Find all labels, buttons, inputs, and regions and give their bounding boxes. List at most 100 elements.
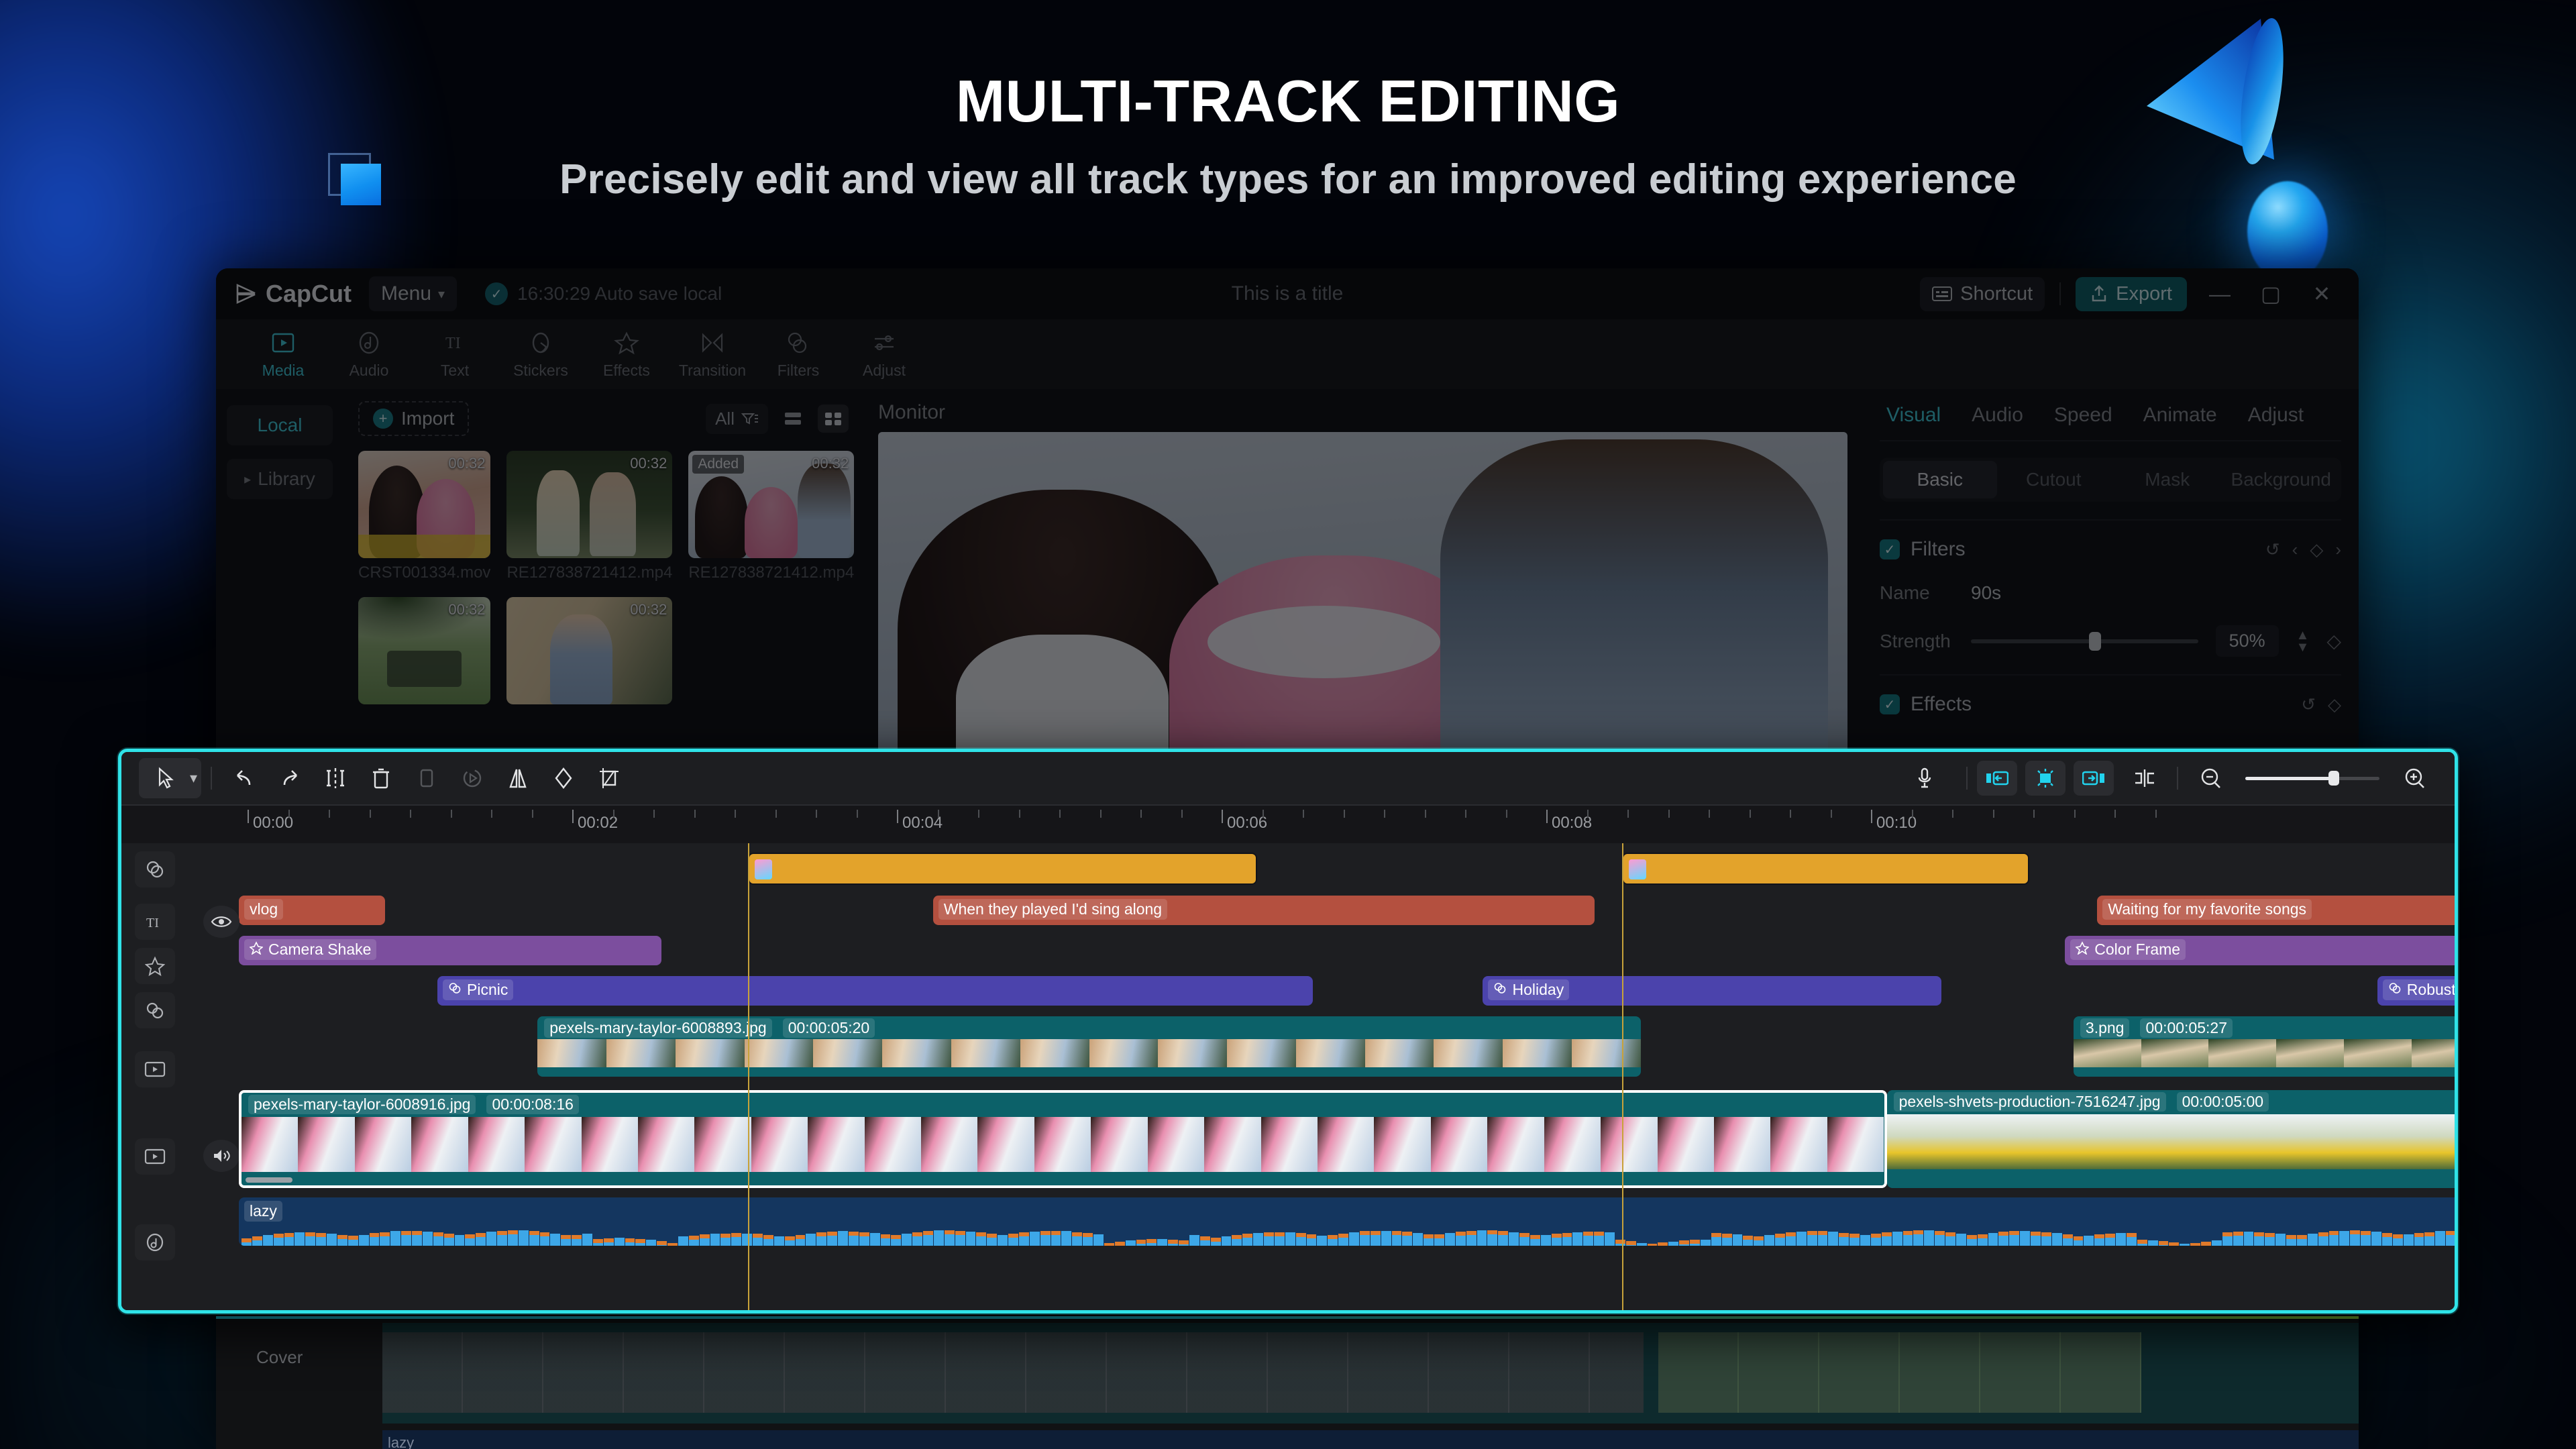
- sticker-clip[interactable]: Picnic: [437, 976, 1313, 1006]
- tab-speed[interactable]: Speed: [2054, 404, 2112, 427]
- reset-icon[interactable]: ↺: [2301, 694, 2316, 715]
- keyframe-icon[interactable]: ◇: [2310, 539, 2323, 560]
- slider-knob[interactable]: [2089, 631, 2102, 651]
- strength-value[interactable]: 50%: [2215, 625, 2279, 657]
- chevron-down-icon[interactable]: ▾: [190, 769, 197, 787]
- category-transition[interactable]: Transition: [669, 329, 755, 380]
- select-tool-group[interactable]: ▾: [139, 758, 202, 798]
- segment-mask[interactable]: Mask: [2110, 461, 2224, 498]
- stickers-track-icon[interactable]: [135, 992, 175, 1028]
- link-clips-tool[interactable]: [2122, 761, 2167, 796]
- strength-stepper[interactable]: ▲ ▼: [2296, 629, 2310, 654]
- rotate-tool[interactable]: [541, 761, 586, 796]
- audio-clip[interactable]: lazy: [239, 1197, 2455, 1246]
- record-voiceover-tool[interactable]: [1902, 761, 1947, 796]
- timeline-ruler[interactable]: 00:00 00:02 00:04 00:06 00:08 00:10: [121, 804, 2455, 843]
- text-clip[interactable]: Waiting for my favorite songs: [2097, 896, 2455, 925]
- sticker-clip[interactable]: Robust: [2377, 976, 2455, 1006]
- zoom-slider-knob[interactable]: [2328, 770, 2339, 786]
- snap-to-left-tool[interactable]: [1977, 761, 2017, 796]
- media-item[interactable]: 00:32: [358, 597, 491, 710]
- filter-clip[interactable]: [1621, 853, 2030, 885]
- clip-scrollbar[interactable]: [246, 1177, 292, 1183]
- effects-checkbox[interactable]: ✓: [1880, 694, 1900, 714]
- playhead-guide[interactable]: [1621, 843, 1623, 1310]
- waveform-bar: [241, 1238, 252, 1246]
- prev-keyframe-icon[interactable]: ‹: [2292, 539, 2298, 560]
- segment-basic[interactable]: Basic: [1883, 461, 1997, 498]
- media-item[interactable]: 00:32: [506, 597, 673, 710]
- crop-tool[interactable]: [586, 761, 632, 796]
- zoom-slider[interactable]: [2245, 770, 2379, 786]
- category-stickers[interactable]: Stickers: [498, 329, 584, 380]
- tab-visual[interactable]: Visual: [1886, 404, 1941, 427]
- menu-button[interactable]: Menu ▾: [369, 276, 458, 311]
- close-button[interactable]: ✕: [2304, 281, 2340, 307]
- effect-clip[interactable]: Camera Shake: [239, 936, 661, 965]
- category-audio[interactable]: Audio: [326, 329, 412, 380]
- sidebar-item-library[interactable]: ▸ Library: [227, 459, 333, 499]
- segment-cutout[interactable]: Cutout: [1997, 461, 2111, 498]
- filter-dropdown[interactable]: All: [706, 403, 768, 434]
- effect-clip[interactable]: Color Frame: [2065, 936, 2455, 965]
- keyframe-icon[interactable]: ◇: [2326, 630, 2341, 652]
- tab-audio[interactable]: Audio: [1972, 404, 2023, 427]
- tab-animate[interactable]: Animate: [2143, 404, 2217, 427]
- segment-background[interactable]: Background: [2224, 461, 2339, 498]
- category-media[interactable]: Media: [240, 329, 326, 380]
- main-video-clip[interactable]: pexels-shvets-production-7516247.jpg 00:0…: [1886, 1090, 2455, 1188]
- effects-track-icon[interactable]: [135, 948, 175, 984]
- text-track-icon[interactable]: TI: [135, 904, 175, 940]
- grid-view-button[interactable]: [818, 405, 849, 433]
- filter-clip[interactable]: [748, 853, 1257, 885]
- text-track-visibility-toggle[interactable]: [203, 906, 239, 938]
- overlay-video-clip[interactable]: 3.png 00:00:05:27: [2073, 1016, 2455, 1077]
- monitor-preview[interactable]: [878, 432, 1847, 794]
- text-clip[interactable]: When they played I'd sing along: [932, 896, 1595, 925]
- strength-slider[interactable]: [1971, 631, 2198, 651]
- export-button[interactable]: Export: [2076, 276, 2187, 311]
- delete-tool[interactable]: [358, 761, 404, 796]
- next-keyframe-icon[interactable]: ›: [2335, 539, 2341, 560]
- shortcut-button[interactable]: Shortcut: [1920, 276, 2045, 311]
- media-item[interactable]: 00:32 CRST001334.mov: [358, 451, 491, 582]
- auto-snap-tool[interactable]: [2025, 761, 2065, 796]
- sidebar-item-local[interactable]: Local: [227, 405, 333, 445]
- redo-tool[interactable]: [267, 761, 313, 796]
- video-track-icon[interactable]: [135, 1051, 175, 1087]
- tab-adjust[interactable]: Adjust: [2248, 404, 2304, 427]
- zoom-in-button[interactable]: [2392, 761, 2437, 796]
- snap-to-right-tool[interactable]: [2074, 761, 2114, 796]
- main-video-clip[interactable]: pexels-mary-taylor-6008916.jpg 00:00:08:1…: [239, 1090, 1887, 1188]
- category-effects[interactable]: Effects: [584, 329, 669, 380]
- main-track-volume-toggle[interactable]: [203, 1140, 239, 1172]
- ruler-label: 00:08: [1552, 814, 1593, 832]
- reset-icon[interactable]: ↺: [2265, 539, 2280, 560]
- category-adjust[interactable]: Adjust: [841, 329, 927, 380]
- main-video-track-icon[interactable]: [135, 1138, 175, 1175]
- category-text[interactable]: TI Text: [412, 329, 498, 380]
- freeze-tool[interactable]: [404, 761, 449, 796]
- clip-area[interactable]: vlog When they played I'd sing along Waiti…: [189, 843, 2455, 1310]
- keyframe-icon[interactable]: ◇: [2328, 694, 2341, 715]
- minimize-button[interactable]: —: [2202, 282, 2238, 307]
- maximize-button[interactable]: ▢: [2253, 281, 2289, 307]
- filters-track-icon[interactable]: [135, 851, 175, 888]
- zoom-out-button[interactable]: [2188, 761, 2233, 796]
- media-item[interactable]: Added 00:32 RE127838721412.mp4: [688, 451, 855, 582]
- category-filters[interactable]: Filters: [755, 329, 841, 380]
- media-item[interactable]: 00:32 RE127838721412.mp4: [506, 451, 673, 582]
- sticker-clip[interactable]: Holiday: [1483, 976, 1941, 1006]
- split-tool[interactable]: [313, 761, 358, 796]
- list-view-button[interactable]: [777, 405, 808, 433]
- playhead-guide[interactable]: [748, 843, 749, 1310]
- text-clip[interactable]: vlog: [239, 896, 385, 925]
- mirror-tool[interactable]: [495, 761, 541, 796]
- select-tool[interactable]: [143, 761, 189, 796]
- filters-checkbox[interactable]: ✓: [1880, 539, 1900, 559]
- undo-tool[interactable]: [221, 761, 267, 796]
- audio-track-icon[interactable]: [135, 1224, 175, 1260]
- reverse-tool[interactable]: [449, 761, 495, 796]
- overlay-video-clip[interactable]: pexels-mary-taylor-6008893.jpg 00:00:05:2…: [537, 1016, 1641, 1077]
- import-button[interactable]: + Import: [358, 401, 470, 436]
